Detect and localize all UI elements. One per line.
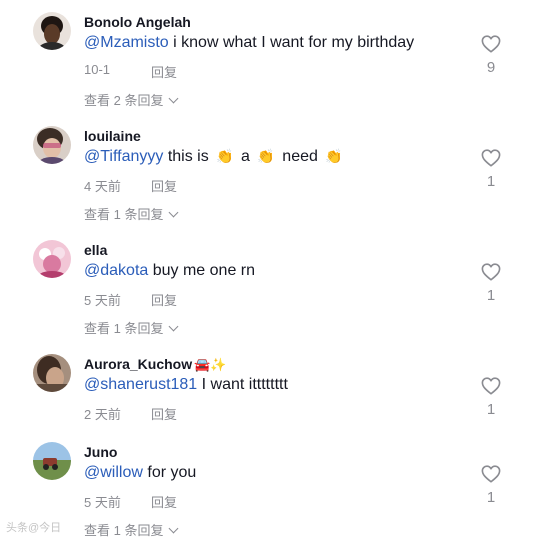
like-count: 1	[486, 401, 496, 418]
comment-item: louilaine @Tiffanyyy this is 👏 a 👏 need …	[0, 114, 535, 228]
view-replies-button[interactable]: 查看 1 条回复	[84, 318, 179, 337]
comment-item: ella @dakota buy me one rn 5 天前 回复 查看 1 …	[0, 228, 535, 342]
like-count: 1	[486, 287, 496, 304]
avatar[interactable]	[33, 442, 71, 480]
heart-icon[interactable]	[481, 377, 501, 395]
heart-icon[interactable]	[481, 149, 501, 167]
like-count: 9	[486, 59, 496, 76]
comment-text: @Tiffanyyy this is 👏 a 👏 need 👏	[84, 148, 343, 165]
comment-date: 10-1	[84, 62, 111, 77]
comment-text: @shanerust181 I want itttttttt	[84, 376, 288, 393]
view-replies-button[interactable]: 查看 2 条回复	[84, 90, 179, 109]
comment-text: @Mzamisto i know what I want for my birt…	[84, 34, 415, 51]
avatar[interactable]	[33, 12, 71, 50]
mention-link[interactable]: @Mzamisto	[84, 34, 169, 51]
mention-link[interactable]: @dakota	[84, 262, 148, 279]
reply-button[interactable]: 回复	[151, 176, 177, 195]
comment-date: 2 天前	[84, 407, 121, 422]
username[interactable]: ella	[84, 242, 107, 258]
view-replies-button[interactable]: 查看 1 条回复	[84, 520, 179, 539]
comment-date: 5 天前	[84, 495, 121, 510]
like-count: 1	[486, 173, 496, 190]
heart-icon[interactable]	[481, 263, 501, 281]
view-replies-button[interactable]: 查看 1 条回复	[84, 204, 179, 223]
avatar[interactable]	[33, 240, 71, 278]
chevron-down-icon	[169, 93, 179, 104]
chevron-down-icon	[169, 207, 179, 218]
clap-emoji: 👏	[325, 148, 343, 164]
clap-emoji: 👏	[216, 148, 234, 164]
avatar[interactable]	[33, 354, 71, 392]
mention-link[interactable]: @Tiffanyyy	[84, 148, 163, 165]
comment-date: 5 天前	[84, 293, 121, 308]
username[interactable]: louilaine	[84, 128, 141, 144]
mention-link[interactable]: @shanerust181	[84, 376, 197, 393]
comment-item: Juno @willow for you 5 天前 回复 查看 1 条回复 1	[0, 430, 535, 544]
avatar[interactable]	[33, 126, 71, 164]
heart-icon[interactable]	[481, 35, 501, 53]
comment-text: @willow for you	[84, 464, 197, 481]
reply-button[interactable]: 回复	[151, 404, 177, 423]
reply-button[interactable]: 回复	[151, 62, 177, 81]
like-count: 1	[486, 489, 496, 506]
chevron-down-icon	[169, 321, 179, 332]
mention-link[interactable]: @willow	[84, 464, 143, 481]
heart-icon[interactable]	[481, 465, 501, 483]
username[interactable]: Juno	[84, 444, 117, 460]
username[interactable]: Bonolo Angelah	[84, 14, 191, 30]
clap-emoji: 👏	[257, 148, 275, 164]
car-sparkles-emoji: 🚘✨	[194, 357, 227, 372]
chevron-down-icon	[169, 523, 179, 534]
reply-button[interactable]: 回复	[151, 492, 177, 511]
comment-item: Bonolo Angelah @Mzamisto i know what I w…	[0, 0, 535, 114]
comment-date: 4 天前	[84, 179, 121, 194]
watermark: 头条@今日	[6, 522, 62, 534]
comment-text: @dakota buy me one rn	[84, 262, 256, 279]
username[interactable]: Aurora_Kuchow 🚘✨	[84, 356, 227, 373]
reply-button[interactable]: 回复	[151, 290, 177, 309]
